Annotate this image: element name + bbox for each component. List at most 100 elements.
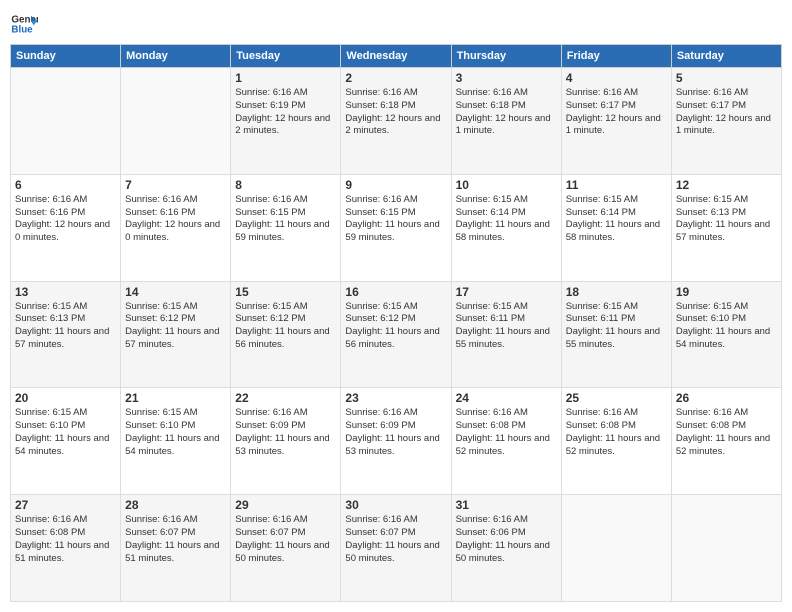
calendar-cell: 24 Sunrise: 6:16 AM Sunset: 6:08 PM Dayli… [451, 388, 561, 495]
day-number: 28 [125, 498, 226, 512]
day-info: Sunrise: 6:16 AM Sunset: 6:07 PM Dayligh… [235, 514, 336, 565]
day-number: 17 [456, 285, 557, 299]
calendar-cell: 11 Sunrise: 6:15 AM Sunset: 6:14 PM Dayli… [561, 174, 671, 281]
day-info: Sunrise: 6:16 AM Sunset: 6:15 PM Dayligh… [345, 194, 446, 245]
calendar-cell: 22 Sunrise: 6:16 AM Sunset: 6:09 PM Dayli… [231, 388, 341, 495]
calendar-cell: 17 Sunrise: 6:15 AM Sunset: 6:11 PM Dayli… [451, 281, 561, 388]
day-number: 23 [345, 391, 446, 405]
day-number: 12 [676, 178, 777, 192]
day-header-thursday: Thursday [451, 45, 561, 68]
day-number: 26 [676, 391, 777, 405]
day-number: 25 [566, 391, 667, 405]
calendar-cell: 29 Sunrise: 6:16 AM Sunset: 6:07 PM Dayli… [231, 495, 341, 602]
day-header-wednesday: Wednesday [341, 45, 451, 68]
day-number: 6 [15, 178, 116, 192]
day-info: Sunrise: 6:15 AM Sunset: 6:11 PM Dayligh… [566, 301, 667, 352]
calendar-cell: 1 Sunrise: 6:16 AM Sunset: 6:19 PM Daylig… [231, 68, 341, 175]
day-info: Sunrise: 6:15 AM Sunset: 6:14 PM Dayligh… [566, 194, 667, 245]
calendar-cell: 7 Sunrise: 6:16 AM Sunset: 6:16 PM Daylig… [121, 174, 231, 281]
logo-icon: General Blue [10, 10, 38, 38]
day-number: 19 [676, 285, 777, 299]
day-info: Sunrise: 6:16 AM Sunset: 6:08 PM Dayligh… [15, 514, 116, 565]
day-number: 24 [456, 391, 557, 405]
calendar-cell [121, 68, 231, 175]
calendar-cell: 26 Sunrise: 6:16 AM Sunset: 6:08 PM Dayli… [671, 388, 781, 495]
day-info: Sunrise: 6:16 AM Sunset: 6:07 PM Dayligh… [345, 514, 446, 565]
calendar-cell: 10Sunrise: 6:15 AM Sunset: 6:14 PM Dayli… [451, 174, 561, 281]
calendar-cell: 4 Sunrise: 6:16 AM Sunset: 6:17 PM Daylig… [561, 68, 671, 175]
calendar-table: SundayMondayTuesdayWednesdayThursdayFrid… [10, 44, 782, 602]
day-number: 1 [235, 71, 336, 85]
calendar-cell: 21 Sunrise: 6:15 AM Sunset: 6:10 PM Dayli… [121, 388, 231, 495]
svg-text:Blue: Blue [11, 24, 33, 35]
day-header-friday: Friday [561, 45, 671, 68]
calendar-cell: 23 Sunrise: 6:16 AM Sunset: 6:09 PM Dayli… [341, 388, 451, 495]
day-number: 4 [566, 71, 667, 85]
calendar-cell: 5 Sunrise: 6:16 AM Sunset: 6:17 PM Daylig… [671, 68, 781, 175]
day-info: Sunrise: 6:16 AM Sunset: 6:07 PM Dayligh… [125, 514, 226, 565]
calendar-cell: 12 Sunrise: 6:15 AM Sunset: 6:13 PM Dayli… [671, 174, 781, 281]
day-number: 14 [125, 285, 226, 299]
day-info: Sunrise: 6:15 AM Sunset: 6:13 PM Dayligh… [676, 194, 777, 245]
day-info: Sunrise: 6:15 AM Sunset: 6:10 PM Dayligh… [125, 407, 226, 458]
day-info: Sunrise: 6:16 AM Sunset: 6:08 PM Dayligh… [566, 407, 667, 458]
day-number: 8 [235, 178, 336, 192]
day-info: Sunrise: 6:15 AM Sunset: 6:11 PM Dayligh… [456, 301, 557, 352]
day-info: Sunrise: 6:15 AM Sunset: 6:10 PM Dayligh… [15, 407, 116, 458]
day-info: Sunrise: 6:15 AM Sunset: 6:13 PM Dayligh… [15, 301, 116, 352]
day-number: 30 [345, 498, 446, 512]
calendar-cell: 16 Sunrise: 6:15 AM Sunset: 6:12 PM Dayli… [341, 281, 451, 388]
calendar-cell: 6 Sunrise: 6:16 AM Sunset: 6:16 PM Daylig… [11, 174, 121, 281]
calendar-cell: 20 Sunrise: 6:15 AM Sunset: 6:10 PM Dayli… [11, 388, 121, 495]
calendar-cell: 30 Sunrise: 6:16 AM Sunset: 6:07 PM Dayli… [341, 495, 451, 602]
day-info: Sunrise: 6:16 AM Sunset: 6:17 PM Dayligh… [676, 87, 777, 138]
day-header-monday: Monday [121, 45, 231, 68]
day-number: 15 [235, 285, 336, 299]
day-info: Sunrise: 6:15 AM Sunset: 6:12 PM Dayligh… [125, 301, 226, 352]
day-info: Sunrise: 6:16 AM Sunset: 6:19 PM Dayligh… [235, 87, 336, 138]
day-info: Sunrise: 6:16 AM Sunset: 6:18 PM Dayligh… [345, 87, 446, 138]
calendar-cell: 27 Sunrise: 6:16 AM Sunset: 6:08 PM Dayli… [11, 495, 121, 602]
day-number: 20 [15, 391, 116, 405]
day-number: 11 [566, 178, 667, 192]
day-info: Sunrise: 6:16 AM Sunset: 6:16 PM Dayligh… [15, 194, 116, 245]
calendar-cell [561, 495, 671, 602]
day-info: Sunrise: 6:15 AM Sunset: 6:12 PM Dayligh… [345, 301, 446, 352]
day-number: 7 [125, 178, 226, 192]
day-number: 16 [345, 285, 446, 299]
day-info: Sunrise: 6:16 AM Sunset: 6:06 PM Dayligh… [456, 514, 557, 565]
calendar-cell: 3Sunrise: 6:16 AM Sunset: 6:18 PM Daylig… [451, 68, 561, 175]
day-number: 29 [235, 498, 336, 512]
day-header-saturday: Saturday [671, 45, 781, 68]
calendar-cell: 13Sunrise: 6:15 AM Sunset: 6:13 PM Dayli… [11, 281, 121, 388]
calendar-cell: 14 Sunrise: 6:15 AM Sunset: 6:12 PM Dayli… [121, 281, 231, 388]
day-number: 21 [125, 391, 226, 405]
day-info: Sunrise: 6:16 AM Sunset: 6:17 PM Dayligh… [566, 87, 667, 138]
day-number: 9 [345, 178, 446, 192]
calendar-cell: 15 Sunrise: 6:15 AM Sunset: 6:12 PM Dayli… [231, 281, 341, 388]
calendar-cell: 8 Sunrise: 6:16 AM Sunset: 6:15 PM Daylig… [231, 174, 341, 281]
day-number: 18 [566, 285, 667, 299]
logo: General Blue [10, 10, 40, 38]
day-number: 5 [676, 71, 777, 85]
day-info: Sunrise: 6:16 AM Sunset: 6:09 PM Dayligh… [345, 407, 446, 458]
day-number: 31 [456, 498, 557, 512]
day-number: 22 [235, 391, 336, 405]
day-info: Sunrise: 6:16 AM Sunset: 6:09 PM Dayligh… [235, 407, 336, 458]
day-info: Sunrise: 6:16 AM Sunset: 6:16 PM Dayligh… [125, 194, 226, 245]
page-header: General Blue [10, 10, 782, 38]
calendar-cell: 25 Sunrise: 6:16 AM Sunset: 6:08 PM Dayli… [561, 388, 671, 495]
day-info: Sunrise: 6:15 AM Sunset: 6:12 PM Dayligh… [235, 301, 336, 352]
day-number: 27 [15, 498, 116, 512]
calendar-cell: 2 Sunrise: 6:16 AM Sunset: 6:18 PM Daylig… [341, 68, 451, 175]
day-info: Sunrise: 6:16 AM Sunset: 6:15 PM Dayligh… [235, 194, 336, 245]
day-info: Sunrise: 6:15 AM Sunset: 6:10 PM Dayligh… [676, 301, 777, 352]
day-number: 10 [456, 178, 557, 192]
day-info: Sunrise: 6:16 AM Sunset: 6:08 PM Dayligh… [676, 407, 777, 458]
day-number: 2 [345, 71, 446, 85]
calendar-cell: 31 Sunrise: 6:16 AM Sunset: 6:06 PM Dayli… [451, 495, 561, 602]
day-info: Sunrise: 6:16 AM Sunset: 6:08 PM Dayligh… [456, 407, 557, 458]
calendar-cell [11, 68, 121, 175]
calendar-cell [671, 495, 781, 602]
day-info: Sunrise: 6:16 AM Sunset: 6:18 PM Dayligh… [456, 87, 557, 138]
